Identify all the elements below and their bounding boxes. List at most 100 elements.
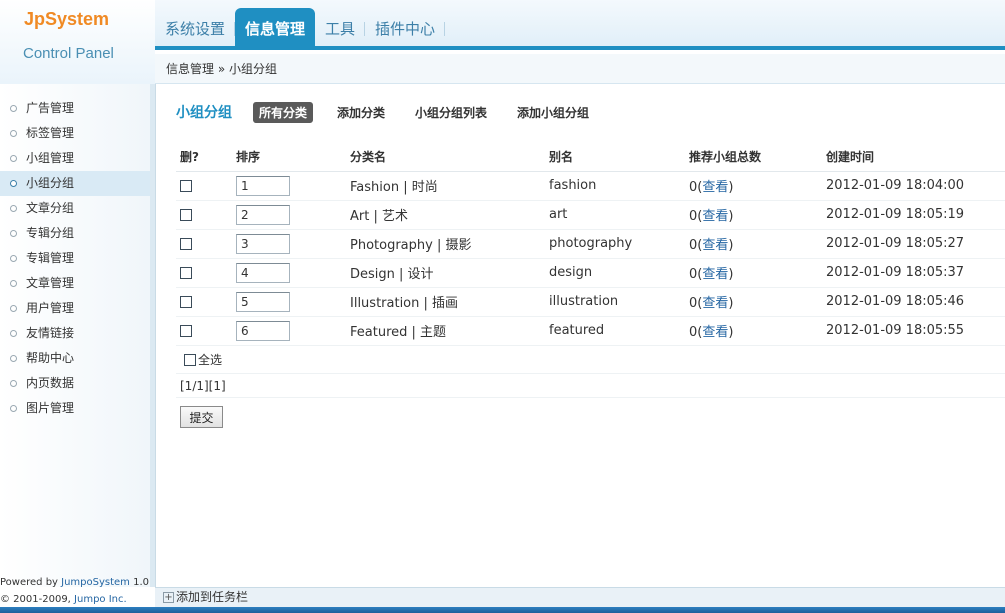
- tab-add-category[interactable]: 添加分类: [331, 102, 391, 123]
- table-header-row: 删? 排序 分类名 别名 推荐小组总数 创建时间: [176, 142, 1005, 172]
- delete-checkbox[interactable]: [180, 237, 192, 250]
- count-value: 0: [689, 296, 698, 311]
- bullet-icon: [10, 130, 17, 137]
- bullet-icon: [10, 180, 17, 187]
- sort-order-input[interactable]: [236, 175, 290, 196]
- table-row: Photography | 摄影 photography 0(查看) 2012-…: [176, 229, 1005, 259]
- tab-group-category-list[interactable]: 小组分组列表: [409, 102, 493, 123]
- nav-system-settings[interactable]: 系统设置: [155, 8, 236, 50]
- sidebar-item-article-categories[interactable]: 文章分组: [0, 196, 150, 221]
- col-alias: 别名: [545, 142, 685, 172]
- sidebar-item-ads[interactable]: 广告管理: [0, 96, 150, 121]
- sidebar-item-album-categories[interactable]: 专辑分组: [0, 221, 150, 246]
- sidebar-item-friend-links[interactable]: 友情链接: [0, 321, 150, 346]
- bullet-icon: [10, 380, 17, 387]
- sidebar-item-label: 专辑管理: [26, 251, 75, 265]
- submit-button[interactable]: 提交: [180, 406, 223, 428]
- divider: [176, 373, 1005, 374]
- delete-checkbox[interactable]: [180, 179, 192, 192]
- powered-link[interactable]: JumpoSystem: [61, 577, 130, 588]
- count-value: 0: [689, 209, 698, 224]
- delete-checkbox[interactable]: [180, 266, 192, 279]
- logo-subtitle: Control Panel: [23, 45, 114, 62]
- delete-checkbox[interactable]: [180, 208, 192, 221]
- nav-info-management[interactable]: 信息管理: [235, 8, 316, 50]
- category-alias: photography: [545, 229, 685, 259]
- bottom-strip: [0, 607, 1005, 613]
- sort-order-input[interactable]: [236, 204, 290, 225]
- plus-icon[interactable]: +: [163, 592, 174, 603]
- delete-checkbox[interactable]: [180, 295, 192, 308]
- bullet-icon: [10, 255, 17, 262]
- count-value: 0: [689, 267, 698, 282]
- sidebar-item-label: 帮助中心: [26, 351, 75, 365]
- add-to-taskbar-link[interactable]: 添加到任务栏: [176, 590, 248, 604]
- sidebar-item-label: 用户管理: [26, 301, 75, 315]
- view-link[interactable]: 查看: [702, 180, 728, 195]
- sidebar-item-images[interactable]: 图片管理: [0, 396, 150, 421]
- col-category-name: 分类名: [346, 142, 545, 172]
- copyright-prefix: © 2001-2009,: [0, 594, 75, 605]
- col-recommended-count: 推荐小组总数: [685, 142, 822, 172]
- bullet-icon: [10, 280, 17, 287]
- sidebar-item-articles[interactable]: 文章管理: [0, 271, 150, 296]
- sidebar-item-label: 文章管理: [26, 276, 75, 290]
- count-value: 0: [689, 325, 698, 340]
- select-all-row: 全选: [184, 351, 222, 368]
- bullet-icon: [10, 405, 17, 412]
- delete-checkbox[interactable]: [180, 324, 192, 337]
- sidebar-item-group-categories[interactable]: 小组分组: [0, 171, 150, 196]
- copyright-link[interactable]: Jumpo Inc.: [74, 594, 127, 605]
- sidebar-menu: 广告管理 标签管理 小组管理 小组分组 文章分组 专辑分组 专辑管理 文章管理 …: [0, 96, 150, 421]
- logo-title: JpSystem: [24, 9, 110, 29]
- category-alias: featured: [545, 316, 685, 346]
- sidebar-item-groups[interactable]: 小组管理: [0, 146, 150, 171]
- bullet-icon: [10, 155, 17, 162]
- view-link[interactable]: 查看: [702, 267, 728, 282]
- bullet-icon: [10, 230, 17, 237]
- recommended-count: 0(查看): [685, 200, 822, 230]
- sidebar-item-page-data[interactable]: 内页数据: [0, 371, 150, 396]
- pagination[interactable]: [1/1][1]: [180, 379, 226, 393]
- sort-order-input[interactable]: [236, 262, 290, 283]
- count-value: 0: [689, 238, 698, 253]
- view-link[interactable]: 查看: [702, 296, 728, 311]
- page-title: 小组分组: [176, 105, 232, 121]
- nav-plugin-center[interactable]: 插件中心: [365, 8, 446, 50]
- sidebar-item-users[interactable]: 用户管理: [0, 296, 150, 321]
- bullet-icon: [10, 205, 17, 212]
- view-link[interactable]: 查看: [702, 238, 728, 253]
- tab-add-group-category[interactable]: 添加小组分组: [511, 102, 595, 123]
- category-name: Art | 艺术: [346, 200, 545, 230]
- select-all-checkbox[interactable]: [184, 353, 196, 366]
- category-name: Fashion | 时尚: [346, 171, 545, 201]
- sidebar: 广告管理 标签管理 小组管理 小组分组 文章分组 专辑分组 专辑管理 文章管理 …: [0, 84, 150, 587]
- bullet-icon: [10, 305, 17, 312]
- sidebar-item-albums[interactable]: 专辑管理: [0, 246, 150, 271]
- powered-line: Powered by JumpoSystem 1.0: [0, 574, 149, 591]
- category-name: Illustration | 插画: [346, 287, 545, 317]
- subtab-bar: 小组分组 所有分类 添加分类 小组分组列表 添加小组分组: [176, 101, 613, 123]
- tab-all-categories[interactable]: 所有分类: [253, 101, 314, 123]
- sidebar-item-label: 友情链接: [26, 326, 75, 340]
- sidebar-item-tags[interactable]: 标签管理: [0, 121, 150, 146]
- sort-order-input[interactable]: [236, 291, 290, 312]
- table-row: Design | 设计 design 0(查看) 2012-01-09 18:0…: [176, 258, 1005, 288]
- recommended-count: 0(查看): [685, 171, 822, 201]
- view-link[interactable]: 查看: [702, 325, 728, 340]
- created-time: 2012-01-09 18:05:55: [822, 316, 1005, 346]
- nav-tools[interactable]: 工具: [315, 8, 366, 50]
- view-link[interactable]: 查看: [702, 209, 728, 224]
- sort-order-input[interactable]: [236, 320, 290, 341]
- recommended-count: 0(查看): [685, 258, 822, 288]
- table-row: Featured | 主题 featured 0(查看) 2012-01-09 …: [176, 316, 1005, 346]
- count-value: 0: [689, 180, 698, 195]
- created-time: 2012-01-09 18:05:46: [822, 287, 1005, 317]
- sort-order-input[interactable]: [236, 233, 290, 254]
- powered-by: Powered by JumpoSystem 1.0 © 2001-2009, …: [0, 574, 149, 608]
- col-delete: 删?: [176, 142, 232, 172]
- sidebar-item-help-center[interactable]: 帮助中心: [0, 346, 150, 371]
- category-name: Featured | 主题: [346, 316, 545, 346]
- category-alias: fashion: [545, 171, 685, 201]
- category-alias: design: [545, 258, 685, 288]
